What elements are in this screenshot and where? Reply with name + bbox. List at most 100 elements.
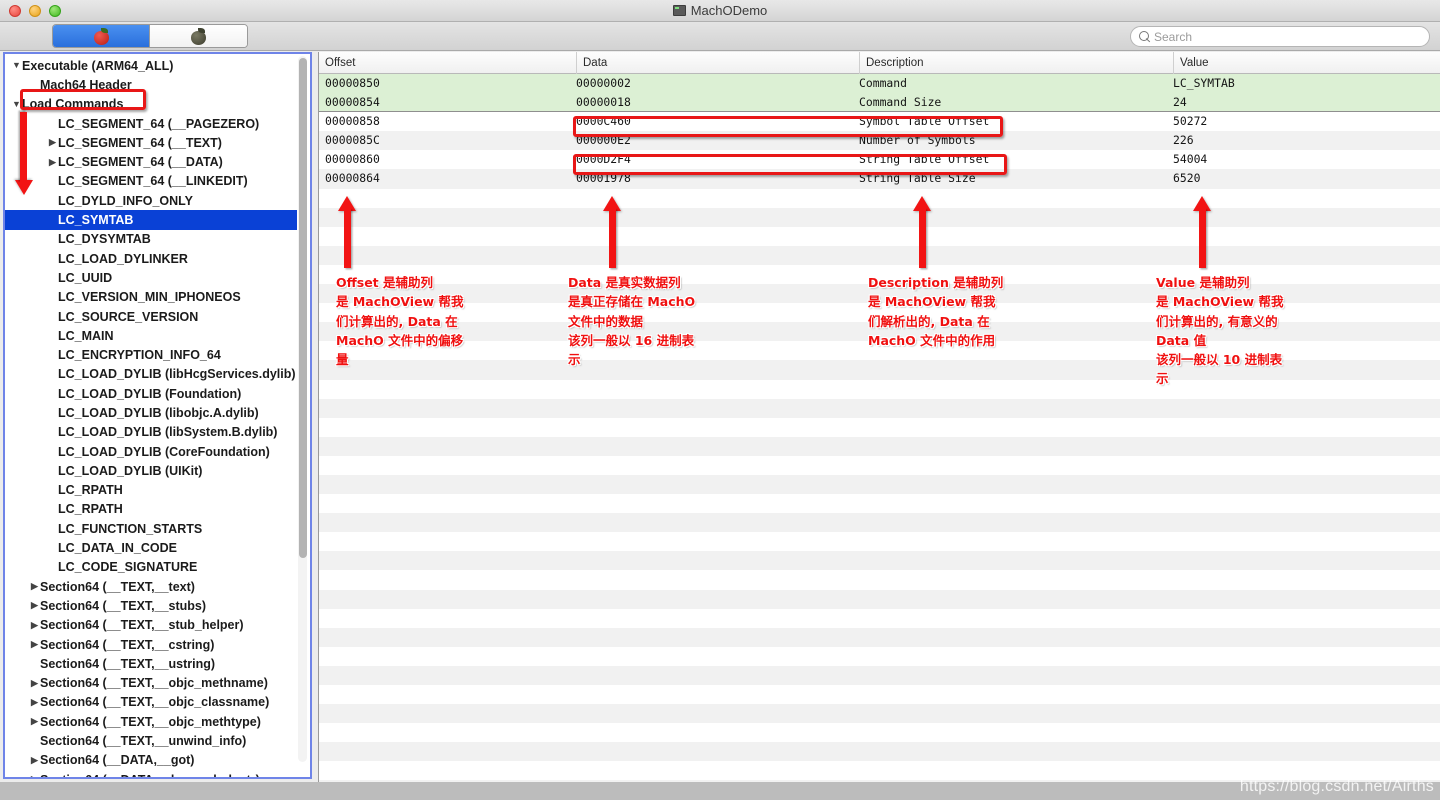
chevron-right-icon[interactable]: ▶ — [47, 157, 58, 167]
table-row-empty[interactable] — [319, 513, 1440, 533]
sidebar-item-lc-version-min-iphoneos[interactable]: LC_VERSION_MIN_IPHONEOS — [5, 288, 297, 307]
sidebar-item-lc-rpath[interactable]: LC_RPATH — [5, 500, 297, 519]
sidebar-item-lc-dyld-info-only[interactable]: LC_DYLD_INFO_ONLY — [5, 191, 297, 210]
sidebar-item-lc-code-signature[interactable]: LC_CODE_SIGNATURE — [5, 558, 297, 577]
table-row-empty[interactable] — [319, 723, 1440, 743]
sidebar-item-load-commands[interactable]: ▼ Load Commands — [5, 95, 297, 114]
table-row-empty[interactable] — [319, 322, 1440, 342]
sidebar-item-mach64-header[interactable]: Mach64 Header — [5, 75, 297, 94]
table-row-empty[interactable] — [319, 436, 1440, 456]
sidebar-item-lc-segment-64-linkedit[interactable]: LC_SEGMENT_64 (__LINKEDIT) — [5, 172, 297, 191]
chevron-right-icon[interactable]: ▶ — [29, 620, 40, 630]
table-row-empty[interactable] — [319, 742, 1440, 762]
table-row-empty[interactable] — [319, 379, 1440, 399]
sidebar-item-lc-encryption-info-64[interactable]: LC_ENCRYPTION_INFO_64 — [5, 345, 297, 364]
table-row-empty[interactable] — [319, 398, 1440, 418]
sidebar-item-lc-source-version[interactable]: LC_SOURCE_VERSION — [5, 307, 297, 326]
table-row-empty[interactable] — [319, 646, 1440, 666]
table-column-header-offset[interactable]: Offset — [319, 52, 576, 74]
table-row-empty[interactable] — [319, 188, 1440, 208]
table-row-empty[interactable] — [319, 704, 1440, 724]
sidebar-item-lc-segment-64-pagezero[interactable]: LC_SEGMENT_64 (__PAGEZERO) — [5, 114, 297, 133]
table-row-empty[interactable] — [319, 207, 1440, 227]
table-row-empty[interactable] — [319, 341, 1440, 361]
table-row-empty[interactable] — [319, 608, 1440, 628]
segment-parsed-view[interactable] — [150, 25, 247, 47]
table-row[interactable]: 00000864 00001978 String Table Size 6520 — [319, 169, 1440, 189]
sidebar-item-section64-text-cstring[interactable]: ▶ Section64 (__TEXT,__cstring) — [5, 635, 297, 654]
table-column-header-description[interactable]: Description — [859, 52, 1173, 74]
sidebar-item-lc-segment-64-text[interactable]: ▶ LC_SEGMENT_64 (__TEXT) — [5, 133, 297, 152]
table-row-empty[interactable] — [319, 570, 1440, 590]
structure-sidebar[interactable]: ▼ Executable (ARM64_ALL) Mach64 Header ▼ Loa… — [3, 52, 312, 779]
table-row-empty[interactable] — [319, 532, 1440, 552]
segment-raw-view[interactable] — [53, 25, 150, 47]
sidebar-item-lc-load-dylib-libsystem-b-dylib[interactable]: LC_LOAD_DYLIB (libSystem.B.dylib) — [5, 423, 297, 442]
sidebar-item-lc-load-dylinker[interactable]: LC_LOAD_DYLINKER — [5, 249, 297, 268]
sidebar-item-lc-dysymtab[interactable]: LC_DYSYMTAB — [5, 230, 297, 249]
sidebar-item-lc-data-in-code[interactable]: LC_DATA_IN_CODE — [5, 538, 297, 557]
table-row-empty[interactable] — [319, 284, 1440, 304]
table-row-empty[interactable] — [319, 360, 1440, 380]
sidebar-item-section64-text-stubs[interactable]: ▶ Section64 (__TEXT,__stubs) — [5, 596, 297, 615]
sidebar-item-section64-text-objc-methname[interactable]: ▶ Section64 (__TEXT,__objc_methname) — [5, 674, 297, 693]
chevron-right-icon[interactable]: ▶ — [47, 138, 58, 147]
table-row-empty[interactable] — [319, 226, 1440, 246]
sidebar-item-lc-main[interactable]: LC_MAIN — [5, 326, 297, 345]
table-row-empty[interactable] — [319, 303, 1440, 323]
sidebar-item-lc-symtab[interactable]: LC_SYMTAB — [5, 210, 297, 230]
sidebar-item-lc-load-dylib-libobjc-a-dylib[interactable]: LC_LOAD_DYLIB (libobjc.A.dylib) — [5, 403, 297, 422]
table-row-empty[interactable] — [319, 551, 1440, 571]
sidebar-item-lc-segment-64-data[interactable]: ▶ LC_SEGMENT_64 (__DATA) — [5, 152, 297, 171]
table-row-empty[interactable] — [319, 417, 1440, 437]
table-header-row[interactable]: Offset Data Description Value — [319, 52, 1440, 74]
chevron-right-icon[interactable]: ▶ — [29, 678, 40, 688]
table-row[interactable]: 00000858 0000C460 Symbol Table Offset 50272 — [319, 112, 1440, 132]
table-row-empty[interactable] — [319, 589, 1440, 609]
chevron-right-icon[interactable]: ▶ — [29, 601, 40, 610]
table-row-empty[interactable] — [319, 455, 1440, 475]
chevron-down-icon[interactable]: ▼ — [11, 61, 22, 70]
search-box[interactable] — [1130, 26, 1430, 47]
detail-table[interactable]: Offset Data Description Value 00000850 00000… — [318, 52, 1440, 782]
sidebar-item-lc-uuid[interactable]: LC_UUID — [5, 268, 297, 287]
chevron-right-icon[interactable]: ▶ — [29, 755, 40, 765]
sidebar-item-executable-arm64-all[interactable]: ▼ Executable (ARM64_ALL) — [5, 56, 297, 75]
table-row-empty[interactable] — [319, 245, 1440, 265]
sidebar-item-section64-text-objc-methtype[interactable]: ▶ Section64 (__TEXT,__objc_methtype) — [5, 712, 297, 731]
table-row-empty[interactable] — [319, 264, 1440, 285]
chevron-right-icon[interactable]: ▶ — [29, 775, 40, 777]
table-row[interactable]: 0000085C 000000E2 Number of Symbols 226 — [319, 131, 1440, 151]
sidebar-item-lc-rpath[interactable]: LC_RPATH — [5, 481, 297, 500]
sidebar-scrollbar-thumb[interactable] — [298, 58, 307, 558]
table-column-header-value[interactable]: Value — [1173, 52, 1440, 74]
chevron-right-icon[interactable]: ▶ — [29, 582, 40, 591]
sidebar-item-lc-load-dylib-foundation[interactable]: LC_LOAD_DYLIB (Foundation) — [5, 384, 297, 403]
table-row-empty[interactable] — [319, 627, 1440, 647]
sidebar-item-lc-function-starts[interactable]: LC_FUNCTION_STARTS — [5, 519, 297, 538]
sidebar-item-lc-load-dylib-uikit[interactable]: LC_LOAD_DYLIB (UIKit) — [5, 461, 297, 480]
table-body[interactable]: 00000850 00000002 Command LC_SYMTAB 00000854… — [319, 74, 1440, 782]
chevron-down-icon[interactable]: ▼ — [11, 99, 22, 109]
sidebar-item-section64-text-text[interactable]: ▶ Section64 (__TEXT,__text) — [5, 577, 297, 596]
table-column-header-data[interactable]: Data — [576, 52, 859, 74]
sidebar-item-section64-data-got[interactable]: ▶ Section64 (__DATA,__got) — [5, 751, 297, 770]
view-mode-segmented-control[interactable] — [52, 24, 248, 48]
table-row-empty[interactable] — [319, 494, 1440, 514]
sidebar-item-section64-text-ustring[interactable]: Section64 (__TEXT,__ustring) — [5, 654, 297, 673]
table-row-empty[interactable] — [319, 685, 1440, 705]
sidebar-item-section64-text-objc-classname[interactable]: ▶ Section64 (__TEXT,__objc_classname) — [5, 693, 297, 712]
sidebar-item-section64-text-unwind-info[interactable]: Section64 (__TEXT,__unwind_info) — [5, 731, 297, 750]
chevron-right-icon[interactable]: ▶ — [29, 717, 40, 726]
search-input[interactable] — [1154, 29, 1421, 44]
chevron-right-icon[interactable]: ▶ — [29, 640, 40, 649]
table-row[interactable]: 00000854 00000018 Command Size 24 — [319, 93, 1440, 113]
table-row[interactable]: 00000860 0000D2F4 String Table Offset 54004 — [319, 150, 1440, 170]
structure-tree[interactable]: ▼ Executable (ARM64_ALL) Mach64 Header ▼ Loa… — [5, 54, 297, 777]
table-row-empty[interactable] — [319, 474, 1440, 495]
table-row-empty[interactable] — [319, 665, 1440, 685]
sidebar-item-section64-data-la-symbol-ptr[interactable]: ▶Section64 (__DATA,__la_symbol_ptr) — [5, 770, 297, 777]
sidebar-item-lc-load-dylib-libhcgservices-dylib[interactable]: LC_LOAD_DYLIB (libHcgServices.dylib) — [5, 365, 297, 384]
sidebar-item-lc-load-dylib-corefoundation[interactable]: LC_LOAD_DYLIB (CoreFoundation) — [5, 442, 297, 461]
table-row[interactable]: 00000850 00000002 Command LC_SYMTAB — [319, 74, 1440, 94]
